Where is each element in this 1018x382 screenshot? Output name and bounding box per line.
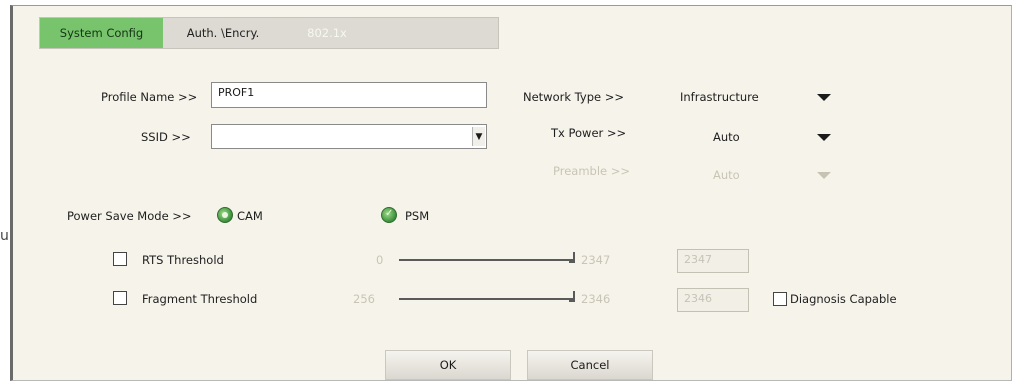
- network-type-label: Network Type >>: [523, 90, 625, 104]
- rts-threshold-input[interactable]: 2347: [677, 249, 749, 273]
- diagnosis-capable-label: Diagnosis Capable: [790, 292, 897, 306]
- network-type-dropdown-icon[interactable]: [817, 94, 831, 101]
- ok-button[interactable]: OK: [385, 350, 511, 380]
- preamble-dropdown-icon[interactable]: [817, 172, 831, 179]
- tab-bar: System Config Auth. \Encry. 802.1x: [39, 17, 499, 49]
- fragment-min-label: 256: [353, 292, 375, 306]
- ssid-label: SSID >>: [141, 130, 191, 144]
- fragment-threshold-checkbox[interactable]: [113, 291, 127, 305]
- rts-threshold-checkbox[interactable]: [113, 252, 127, 266]
- diagnosis-capable-checkbox[interactable]: [773, 292, 787, 306]
- tab-8021x[interactable]: 802.1x: [283, 18, 371, 48]
- chevron-down-icon: ▼: [475, 131, 483, 142]
- cam-radio[interactable]: [217, 207, 233, 223]
- fragment-slider-track[interactable]: [399, 298, 575, 300]
- preamble-label: Preamble >>: [553, 164, 631, 178]
- power-save-label: Power Save Mode >>: [67, 209, 192, 223]
- rts-slider-thumb[interactable]: [569, 252, 575, 263]
- fragment-slider-thumb[interactable]: [569, 291, 575, 302]
- psm-label: PSM: [405, 209, 430, 223]
- cam-label: CAM: [237, 209, 263, 223]
- rts-slider-track[interactable]: [399, 259, 575, 261]
- rts-min-label: 0: [376, 253, 384, 267]
- ssid-combo[interactable]: ▼: [211, 124, 487, 149]
- psm-radio[interactable]: [381, 207, 397, 223]
- tx-power-dropdown-icon[interactable]: [817, 134, 831, 141]
- profile-name-label: Profile Name >>: [101, 90, 198, 104]
- tx-power-label: Tx Power >>: [551, 126, 627, 140]
- cancel-button[interactable]: Cancel: [527, 350, 653, 380]
- edge-text: u: [0, 228, 9, 244]
- rts-threshold-label: RTS Threshold: [142, 253, 224, 267]
- tx-power-value[interactable]: Auto: [713, 130, 740, 144]
- fragment-threshold-input[interactable]: 2346: [677, 288, 749, 312]
- fragment-threshold-label: Fragment Threshold: [142, 292, 258, 306]
- network-type-value[interactable]: Infrastructure: [680, 90, 759, 104]
- preamble-value[interactable]: Auto: [713, 168, 740, 182]
- fragment-max-label: 2346: [581, 292, 611, 306]
- rts-max-label: 2347: [581, 253, 611, 267]
- tab-auth-encry[interactable]: Auth. \Encry.: [163, 18, 283, 48]
- ssid-dropdown-button[interactable]: ▼: [472, 127, 485, 146]
- profile-name-input[interactable]: PROF1: [211, 82, 487, 108]
- tab-system-config[interactable]: System Config: [40, 18, 163, 48]
- dialog-frame: System Config Auth. \Encry. 802.1x Profi…: [10, 5, 1012, 381]
